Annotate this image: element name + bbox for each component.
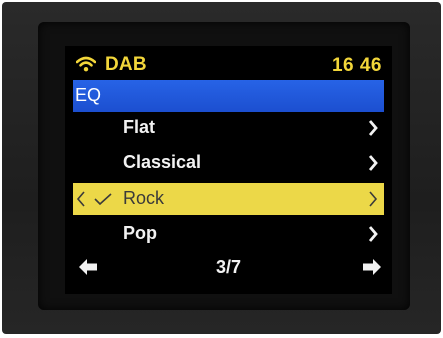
device-photo: DAB 16 46 EQ Flat Classical Rock Pop 3/7 <box>0 0 443 338</box>
menu-item-flat[interactable]: Flat <box>73 112 384 144</box>
clock: 16 46 <box>331 55 382 76</box>
menu-title: EQ <box>75 85 102 105</box>
menu-item-label: Rock <box>123 188 165 208</box>
chevron-right-icon <box>368 225 378 243</box>
menu-item-classical[interactable]: Classical <box>73 147 384 179</box>
menu-item-rock[interactable]: Rock <box>73 183 384 215</box>
status-bar: DAB 16 46 <box>65 46 392 82</box>
chevron-right-icon <box>368 190 378 208</box>
check-icon <box>93 191 113 207</box>
menu-item-label: Pop <box>123 223 157 243</box>
wifi-icon <box>76 56 96 72</box>
navigation-footer: 3/7 <box>65 254 392 284</box>
menu-title-bar: EQ <box>73 80 384 112</box>
menu-item-label: Flat <box>123 117 156 137</box>
menu-item-pop[interactable]: Pop <box>73 218 384 250</box>
chevron-right-icon <box>368 119 378 137</box>
menu-item-label: Classical <box>123 152 202 172</box>
source-label: DAB <box>105 54 147 75</box>
right-arrow-icon[interactable] <box>362 258 382 276</box>
chevron-right-icon <box>368 154 378 172</box>
page-indicator: 3/7 <box>215 257 242 277</box>
lcd-screen: DAB 16 46 EQ Flat Classical Rock Pop 3/7 <box>65 46 392 294</box>
chevron-left-icon <box>76 190 86 208</box>
